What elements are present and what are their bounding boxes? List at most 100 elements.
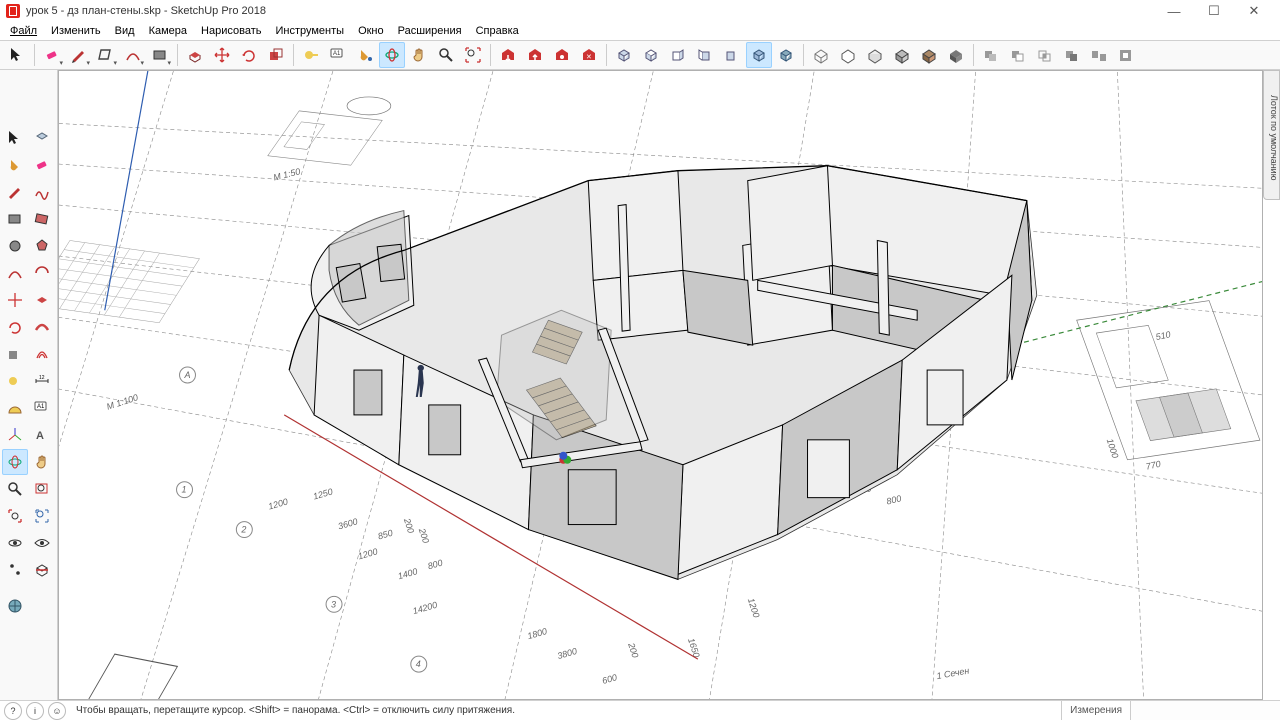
zoom-tool[interactable] (433, 42, 459, 68)
menu-camera[interactable]: Камера (143, 24, 193, 38)
style-xray[interactable] (808, 42, 834, 68)
shapes-tool[interactable] (93, 42, 119, 68)
rotate-tool[interactable] (236, 42, 262, 68)
dimension-side[interactable]: 12 (29, 368, 55, 394)
minimize-button[interactable]: — (1154, 0, 1194, 22)
lookaround-side[interactable] (2, 530, 28, 556)
add-location[interactable]: ✕ (576, 42, 602, 68)
pushpull-side[interactable] (29, 287, 55, 313)
arc-side[interactable] (2, 260, 28, 286)
axes-side[interactable] (2, 422, 28, 448)
view-back[interactable] (719, 42, 745, 68)
zoom-side[interactable] (2, 476, 28, 502)
zoom-extents-side[interactable] (29, 503, 55, 529)
solid-subtract[interactable] (1005, 42, 1031, 68)
zoom-window-side[interactable] (29, 476, 55, 502)
style-texture[interactable] (916, 42, 942, 68)
default-tray-tab[interactable]: Лоток по умолчанию (1263, 70, 1280, 200)
solid-trim[interactable] (1059, 42, 1085, 68)
menu-help[interactable]: Справка (470, 24, 525, 38)
select-tool[interactable] (4, 42, 30, 68)
ext-warehouse[interactable] (549, 42, 575, 68)
info-icon[interactable]: i (26, 702, 44, 720)
menu-view[interactable]: Вид (109, 24, 141, 38)
protractor-side[interactable] (2, 395, 28, 421)
move-side[interactable] (2, 287, 28, 313)
tape-tool[interactable] (298, 42, 324, 68)
paint-tool[interactable] (352, 42, 378, 68)
scale-side[interactable] (2, 341, 28, 367)
tape-side[interactable] (2, 368, 28, 394)
solid-split[interactable] (1086, 42, 1112, 68)
viewport[interactable]: M 1:100 M 1:50 1 Сечен 1200 1250 3600 85… (58, 70, 1263, 700)
section-side[interactable] (29, 557, 55, 583)
rect-rot-side[interactable] (29, 206, 55, 232)
paint-side[interactable] (2, 152, 28, 178)
eraser-tool[interactable] (39, 42, 65, 68)
line-side[interactable] (2, 179, 28, 205)
warehouse-send[interactable] (522, 42, 548, 68)
view-right[interactable] (692, 42, 718, 68)
scale-tool[interactable] (263, 42, 289, 68)
menu-file[interactable]: Файл (4, 24, 43, 38)
svg-text:1650: 1650 (686, 637, 702, 659)
close-button[interactable]: ✕ (1234, 0, 1274, 22)
menu-tools[interactable]: Инструменты (269, 24, 350, 38)
orbit-tool[interactable] (379, 42, 405, 68)
svg-text:4: 4 (416, 659, 421, 669)
solid-outer[interactable] (1113, 42, 1139, 68)
select-tool-side[interactable] (2, 125, 28, 151)
svg-text:200: 200 (417, 526, 431, 544)
menu-extensions[interactable]: Расширения (392, 24, 468, 38)
pushpull-tool[interactable] (182, 42, 208, 68)
pan-tool[interactable] (406, 42, 432, 68)
style-hidden[interactable] (862, 42, 888, 68)
rotate-side[interactable] (2, 314, 28, 340)
eraser-side[interactable] (29, 152, 55, 178)
text-side[interactable]: A1 (29, 395, 55, 421)
followme-side[interactable] (29, 314, 55, 340)
zoom-previous-side[interactable] (2, 503, 28, 529)
text-tool[interactable]: A1 (325, 42, 351, 68)
side-toolbar: 12 A1 A (0, 70, 58, 700)
style-shaded[interactable] (889, 42, 915, 68)
view-top[interactable] (638, 42, 664, 68)
style-mono[interactable] (943, 42, 969, 68)
3dtext-side[interactable]: A (29, 422, 55, 448)
menu-edit[interactable]: Изменить (45, 24, 107, 38)
orbit-side[interactable] (2, 449, 28, 475)
rect-side[interactable] (2, 206, 28, 232)
circle-side[interactable] (2, 233, 28, 259)
warehouse-get[interactable] (495, 42, 521, 68)
geolocation-side[interactable] (2, 593, 28, 619)
solid-intersect[interactable] (1032, 42, 1058, 68)
polygon-side[interactable] (29, 233, 55, 259)
solid-union[interactable] (978, 42, 1004, 68)
menu-draw[interactable]: Нарисовать (195, 24, 267, 38)
measurements-input[interactable] (1130, 701, 1280, 720)
pan-side[interactable] (29, 449, 55, 475)
pencil-tool[interactable] (66, 42, 92, 68)
svg-text:1800: 1800 (526, 626, 548, 641)
component-tool[interactable] (29, 125, 55, 151)
arc-tool[interactable] (120, 42, 146, 68)
help-icon[interactable]: ? (4, 702, 22, 720)
move-tool[interactable] (209, 42, 235, 68)
zoom-extents-tool[interactable] (460, 42, 486, 68)
offset-side[interactable] (29, 341, 55, 367)
user-icon[interactable]: ☺ (48, 702, 66, 720)
svg-text:A1: A1 (333, 51, 341, 57)
menu-window[interactable]: Окно (352, 24, 390, 38)
walk-side[interactable] (2, 557, 28, 583)
rect-tool[interactable] (147, 42, 173, 68)
view-bottom[interactable] (773, 42, 799, 68)
arc2-side[interactable] (29, 260, 55, 286)
maximize-button[interactable]: ☐ (1194, 0, 1234, 22)
freehand-side[interactable] (29, 179, 55, 205)
view-left[interactable] (746, 42, 772, 68)
axis-blue (105, 71, 150, 310)
view-iso[interactable] (611, 42, 637, 68)
eye-side[interactable] (29, 530, 55, 556)
style-wire[interactable] (835, 42, 861, 68)
view-front[interactable] (665, 42, 691, 68)
